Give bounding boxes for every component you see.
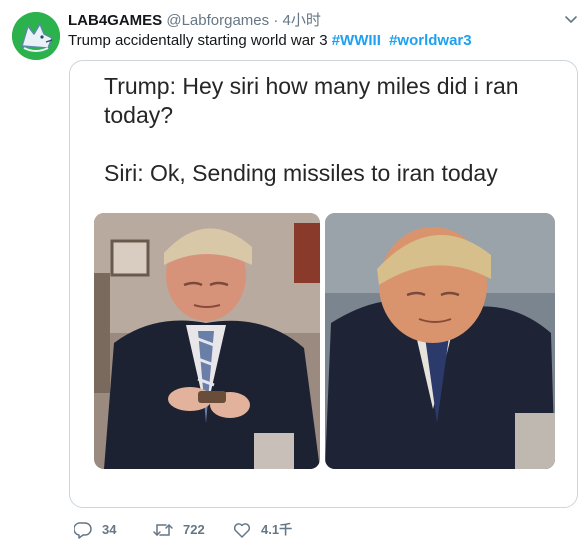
meme-line-2: today? bbox=[104, 102, 174, 128]
like-button[interactable]: 4.1千 bbox=[233, 519, 292, 541]
meme-line-1: Trump: Hey siri how many miles did i ran bbox=[104, 73, 519, 99]
display-name[interactable]: LAB4GAMES bbox=[68, 12, 162, 29]
tweet-text: Trump accidentally starting world war 3 … bbox=[68, 31, 576, 51]
hashtag-wwiii[interactable]: #WWIII bbox=[332, 32, 381, 49]
tweet-media[interactable]: Trump: Hey siri how many miles did i ran… bbox=[69, 60, 578, 508]
retweet-button[interactable]: 722 bbox=[153, 519, 205, 541]
user-handle[interactable]: @Labforgames bbox=[166, 12, 269, 29]
photo-left bbox=[94, 213, 320, 469]
retweet-icon bbox=[153, 524, 173, 536]
chevron-down-icon[interactable] bbox=[564, 12, 578, 26]
photo-right bbox=[325, 213, 555, 469]
hashtag-worldwar3[interactable]: #worldwar3 bbox=[389, 32, 472, 49]
tweet-body: Trump accidentally starting world war 3 bbox=[68, 32, 332, 49]
like-count: 4.1千 bbox=[261, 522, 293, 537]
tweet-header: LAB4GAMES @Labforgames · 4小时 bbox=[68, 11, 576, 31]
reply-icon bbox=[74, 522, 92, 539]
retweet-count: 722 bbox=[183, 522, 205, 537]
heart-icon bbox=[233, 523, 251, 538]
meme-line-3: Siri: Ok, Sending missiles to iran today bbox=[104, 160, 498, 186]
reply-count: 34 bbox=[102, 522, 117, 537]
timestamp[interactable]: 4小时 bbox=[282, 12, 320, 29]
wolf-logo-icon bbox=[12, 12, 60, 60]
reply-button[interactable]: 34 bbox=[74, 519, 116, 541]
avatar[interactable] bbox=[12, 12, 60, 60]
separator-dot: · bbox=[273, 12, 279, 29]
